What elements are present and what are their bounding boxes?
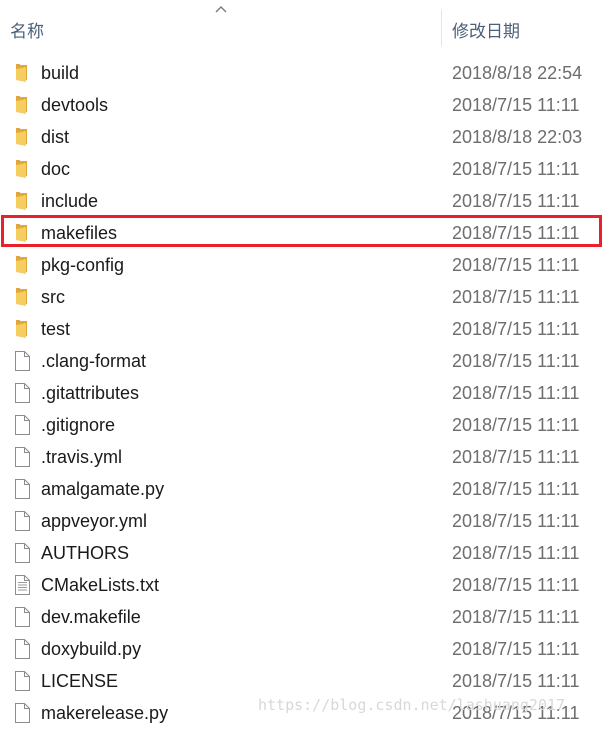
file-name: dist	[41, 127, 70, 147]
date-column-header[interactable]: 修改日期	[452, 17, 520, 42]
file-name: doc	[41, 159, 71, 179]
file-icon	[13, 639, 31, 659]
sort-ascending-icon[interactable]	[214, 4, 228, 14]
file-row[interactable]: .clang-format 2018/7/15 11:11	[0, 345, 608, 377]
file-name: makerelease.py	[41, 703, 169, 723]
file-name: doxybuild.py	[41, 639, 142, 659]
modified-date: 2018/7/15 11:11	[452, 607, 580, 627]
file-name: build	[41, 63, 80, 83]
file-name: dev.makefile	[41, 607, 141, 627]
file-name: .clang-format	[41, 351, 147, 371]
file-icon	[13, 671, 31, 691]
file-row[interactable]: LICENSE 2018/7/15 11:11	[0, 665, 608, 697]
file-row[interactable]: test 2018/7/15 11:11	[0, 313, 608, 345]
modified-date: 2018/8/18 22:54	[452, 63, 583, 83]
file-name: src	[41, 287, 65, 307]
folder-icon	[13, 191, 31, 211]
modified-date: 2018/8/18 22:03	[452, 127, 583, 147]
file-row[interactable]: AUTHORS 2018/7/15 11:11	[0, 537, 608, 569]
modified-date: 2018/7/15 11:11	[452, 671, 580, 691]
file-name: AUTHORS	[41, 543, 130, 563]
modified-date: 2018/7/15 11:11	[452, 703, 580, 723]
name-column-header[interactable]: 名称	[10, 17, 44, 42]
file-icon	[13, 479, 31, 499]
file-icon	[13, 415, 31, 435]
modified-date: 2018/7/15 11:11	[452, 319, 580, 339]
file-name: LICENSE	[41, 671, 119, 691]
folder-icon	[13, 95, 31, 115]
folder-icon	[13, 255, 31, 275]
modified-date: 2018/7/15 11:11	[452, 191, 580, 211]
file-row[interactable]: dev.makefile 2018/7/15 11:11	[0, 601, 608, 633]
file-row[interactable]: doxybuild.py 2018/7/15 11:11	[0, 633, 608, 665]
file-icon	[13, 543, 31, 563]
file-row[interactable]: devtools 2018/7/15 11:11	[0, 89, 608, 121]
file-icon	[13, 607, 31, 627]
modified-date: 2018/7/15 11:11	[452, 415, 580, 435]
modified-date: 2018/7/15 11:11	[452, 479, 580, 499]
folder-icon	[13, 63, 31, 83]
folder-icon	[13, 159, 31, 179]
file-row[interactable]: amalgamate.py 2018/7/15 11:11	[0, 473, 608, 505]
file-name: amalgamate.py	[41, 479, 165, 499]
modified-date: 2018/7/15 11:11	[452, 159, 580, 179]
file-name: devtools	[41, 95, 109, 115]
folder-icon	[13, 287, 31, 307]
file-row[interactable]: .gitattributes 2018/7/15 11:11	[0, 377, 608, 409]
file-list: build 2018/8/18 22:54 devtools 2018/7/15 11…	[0, 57, 608, 729]
file-name: makefiles	[41, 223, 118, 243]
modified-date: 2018/7/15 11:11	[452, 447, 580, 467]
file-name: CMakeLists.txt	[41, 575, 160, 595]
file-name: .gitattributes	[41, 383, 140, 403]
modified-date: 2018/7/15 11:11	[452, 255, 580, 275]
file-name: test	[41, 319, 71, 339]
folder-icon	[13, 319, 31, 339]
modified-date: 2018/7/15 11:11	[452, 543, 580, 563]
file-row[interactable]: pkg-config 2018/7/15 11:11	[0, 249, 608, 281]
modified-date: 2018/7/15 11:11	[452, 95, 580, 115]
file-row[interactable]: makefiles 2018/7/15 11:11	[0, 217, 608, 249]
file-icon	[13, 511, 31, 531]
modified-date: 2018/7/15 11:11	[452, 511, 580, 531]
text-file-icon	[13, 575, 31, 595]
file-name: appveyor.yml	[41, 511, 148, 531]
file-name: pkg-config	[41, 255, 125, 275]
file-row[interactable]: makerelease.py 2018/7/15 11:11	[0, 697, 608, 729]
modified-date: 2018/7/15 11:11	[452, 575, 580, 595]
file-row[interactable]: CMakeLists.txt 2018/7/15 11:11	[0, 569, 608, 601]
column-header: 名称 修改日期	[0, 0, 608, 52]
modified-date: 2018/7/15 11:11	[452, 223, 580, 243]
file-icon	[13, 703, 31, 723]
file-icon	[13, 351, 31, 371]
modified-date: 2018/7/15 11:11	[452, 351, 580, 371]
file-icon	[13, 447, 31, 467]
modified-date: 2018/7/15 11:11	[452, 383, 580, 403]
file-row[interactable]: .travis.yml 2018/7/15 11:11	[0, 441, 608, 473]
modified-date: 2018/7/15 11:11	[452, 639, 580, 659]
file-name: .gitignore	[41, 415, 116, 435]
file-row[interactable]: .gitignore 2018/7/15 11:11	[0, 409, 608, 441]
file-row[interactable]: include 2018/7/15 11:11	[0, 185, 608, 217]
folder-icon	[13, 127, 31, 147]
modified-date: 2018/7/15 11:11	[452, 287, 580, 307]
folder-icon	[13, 223, 31, 243]
file-icon	[13, 383, 31, 403]
column-divider[interactable]	[441, 10, 442, 46]
file-row[interactable]: doc 2018/7/15 11:11	[0, 153, 608, 185]
file-row[interactable]: src 2018/7/15 11:11	[0, 281, 608, 313]
file-row[interactable]: dist 2018/8/18 22:03	[0, 121, 608, 153]
file-name: .travis.yml	[41, 447, 122, 467]
file-row[interactable]: appveyor.yml 2018/7/15 11:11	[0, 505, 608, 537]
file-name: include	[41, 191, 99, 211]
file-row[interactable]: build 2018/8/18 22:54	[0, 57, 608, 89]
